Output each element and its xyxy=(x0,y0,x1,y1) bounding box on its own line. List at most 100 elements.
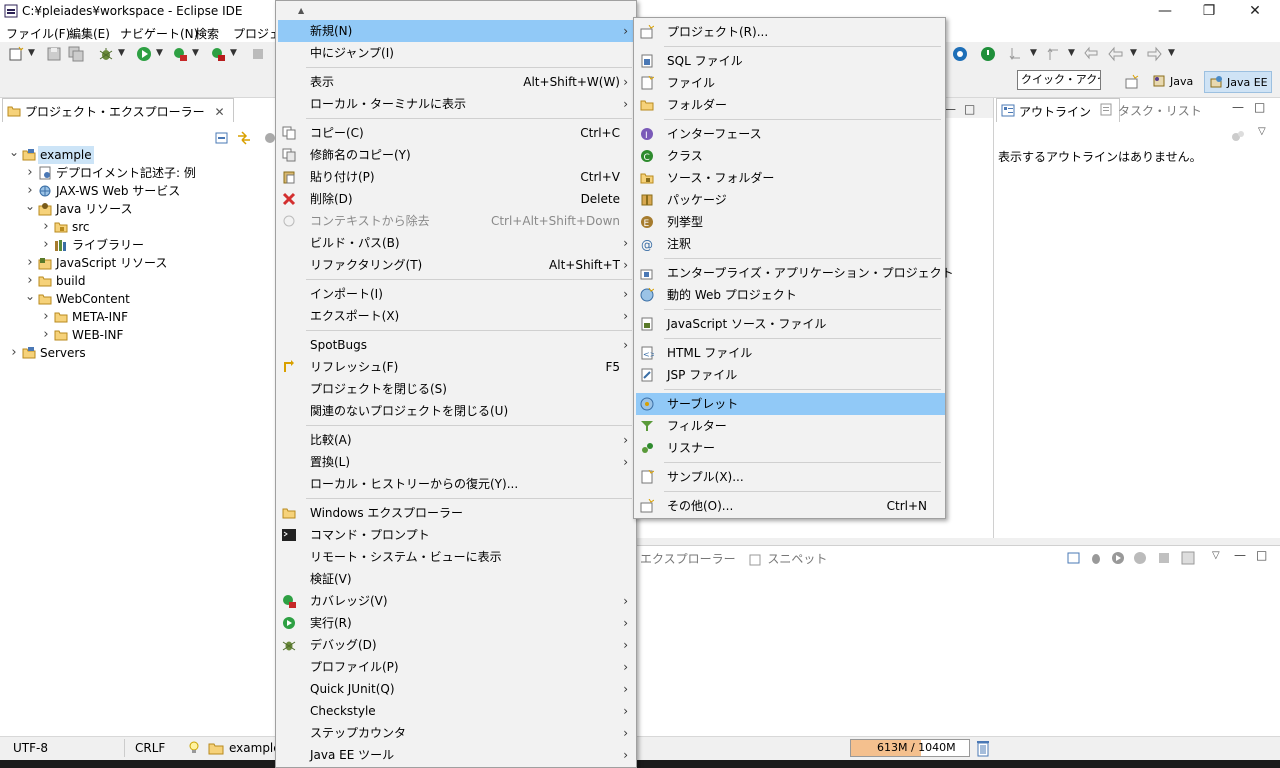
garbage-collect-icon[interactable] xyxy=(976,739,990,757)
restore-button[interactable]: ❐ xyxy=(1186,0,1232,22)
menu-item-item-28[interactable]: コマンド・プロンプト xyxy=(278,524,636,546)
menu-item-item-34[interactable]: プロファイル(P) › xyxy=(278,656,636,678)
close-view-icon[interactable]: ✕ xyxy=(214,105,224,119)
menu-item-item-23[interactable]: リスナー xyxy=(636,437,945,459)
run-icon[interactable] xyxy=(136,46,152,62)
menu-item-html[interactable]: <> HTML ファイル xyxy=(636,342,945,364)
menu-item-item-4[interactable]: フォルダー xyxy=(636,94,945,116)
menu-item-item-12[interactable]: ビルド・パス(B) › xyxy=(278,232,636,254)
explorer-tab[interactable]: エクスプローラー xyxy=(640,552,736,566)
menu-item-item-13[interactable]: リファクタリング(T) Alt+Shift+T › xyxy=(278,254,636,276)
quick-access-field[interactable]: クイック・アクセス xyxy=(1017,70,1101,90)
expand-arrow-icon[interactable]: › xyxy=(24,254,36,272)
menu-item-item-7[interactable]: C クラス xyxy=(636,145,945,167)
external-tools-icon[interactable] xyxy=(210,46,226,62)
menu-item-item-6[interactable]: I インターフェース xyxy=(636,123,945,145)
tree-item[interactable]: ⌄ Java リソース xyxy=(0,197,276,218)
menu-item-item-21[interactable]: 関連のないプロジェクトを閉じる(U) xyxy=(278,400,636,422)
collapse-all-icon[interactable] xyxy=(214,130,230,146)
maximize-bottom-icon[interactable]: □ xyxy=(1256,548,1267,562)
menu-item-item-9[interactable]: パッケージ xyxy=(636,189,945,211)
menu-item-java-ee[interactable]: Java EE ツール › xyxy=(278,744,636,766)
debug-dropdown-icon[interactable]: ▼ xyxy=(118,48,125,58)
menu-item-item-16[interactable]: エクスポート(X) › xyxy=(278,305,636,327)
tree-item[interactable]: ⌄ example xyxy=(0,143,276,164)
menu-item-javascript[interactable]: JavaScript ソース・ファイル xyxy=(636,313,945,335)
menu-item-item-2[interactable]: 中にジャンプ(I) xyxy=(278,42,636,64)
tree-item[interactable]: ⌄ WebContent xyxy=(0,287,276,308)
maximize-outline-icon[interactable]: □ xyxy=(1254,100,1265,114)
forward-dropdown-icon[interactable]: ▼ xyxy=(1168,48,1175,58)
open-perspective-icon[interactable] xyxy=(1124,74,1140,90)
menu-item-item-22[interactable]: フィルター xyxy=(636,415,945,437)
profile-server-icon[interactable] xyxy=(1132,550,1148,566)
expand-arrow-icon[interactable]: › xyxy=(40,326,52,344)
menu-item-item-1[interactable]: 新規(N) › xyxy=(278,20,636,42)
menu-item-item-11[interactable]: @ 注釈 xyxy=(636,233,945,255)
menu-item-item-37[interactable]: ステップカウンタ › xyxy=(278,722,636,744)
menu-item-item-25[interactable]: サンプル(X)... xyxy=(636,466,945,488)
menu-item-item-4[interactable]: 表示 Alt+Shift+W(W) › xyxy=(278,71,636,93)
menu-item-item-20[interactable]: プロジェクトを閉じる(S) xyxy=(278,378,636,400)
menu-edit[interactable]: 編集(E) xyxy=(69,25,110,42)
menu-item-item-3[interactable]: ファイル xyxy=(636,72,945,94)
menu-navigate[interactable]: ナビゲート(N) xyxy=(120,25,198,42)
menu-scroll-up-icon[interactable]: ▲ xyxy=(278,2,636,20)
menu-item-item-10[interactable]: E 列挙型 xyxy=(636,211,945,233)
menu-item-windows[interactable]: Windows エクスプローラー xyxy=(278,502,636,524)
perspective-java-ee[interactable]: Java EE xyxy=(1204,71,1272,93)
next-annotation-dropdown-icon[interactable]: ▼ xyxy=(1068,48,1075,58)
task-list-tab[interactable]: タスク・リスト xyxy=(1100,102,1202,119)
expand-arrow-icon[interactable]: › xyxy=(40,218,52,236)
menu-item-item-8[interactable]: ソース・フォルダー xyxy=(636,167,945,189)
collapse-arrow-icon[interactable]: ⌄ xyxy=(24,287,36,305)
tree-item[interactable]: › build xyxy=(0,272,276,290)
menu-item-item-31[interactable]: カバレッジ(V) › xyxy=(278,590,636,612)
coverage-icon[interactable] xyxy=(172,46,188,62)
minimize-bottom-icon[interactable]: — xyxy=(1234,548,1246,562)
menu-item-item-33[interactable]: デバッグ(D) › xyxy=(278,634,636,656)
menu-item-item-27[interactable]: その他(O)... Ctrl+N xyxy=(636,495,945,517)
project-explorer-tab[interactable]: プロジェクト・エクスプローラー ✕ xyxy=(2,98,234,122)
tree-item[interactable]: › META-INF xyxy=(0,308,276,326)
collapse-arrow-icon[interactable]: ⌄ xyxy=(24,197,36,215)
back-dropdown-icon[interactable]: ▼ xyxy=(1130,48,1137,58)
menu-item-item-7[interactable]: コピー(C) Ctrl+C xyxy=(278,122,636,144)
menu-item-item-29[interactable]: リモート・システム・ビューに表示 xyxy=(278,546,636,568)
server-icon[interactable] xyxy=(952,46,968,62)
expand-arrow-icon[interactable]: › xyxy=(40,236,52,254)
tree-item[interactable]: › デプロイメント記述子: 例 xyxy=(0,164,276,182)
forward-icon[interactable] xyxy=(1146,46,1162,62)
tree-item[interactable]: › JavaScript リソース xyxy=(0,254,276,272)
collapse-arrow-icon[interactable]: ⌄ xyxy=(8,143,20,161)
menu-item-item-10[interactable]: 削除(D) Delete xyxy=(278,188,636,210)
minimize-button[interactable]: — xyxy=(1142,0,1188,22)
menu-item-item-21[interactable]: サーブレット xyxy=(636,393,945,415)
outline-filter-icon[interactable] xyxy=(1230,128,1246,144)
outline-view-menu-icon[interactable]: ▽ xyxy=(1258,126,1266,137)
save-all-icon[interactable] xyxy=(68,46,84,62)
menu-item-checkstyle[interactable]: Checkstyle › xyxy=(278,700,636,722)
servers-collapse-icon[interactable] xyxy=(1066,550,1082,566)
start-server-icon[interactable] xyxy=(980,46,996,62)
menu-item-item-30[interactable]: 検証(V) xyxy=(278,568,636,590)
menu-file[interactable]: ファイル(F) xyxy=(6,25,70,42)
stop-server-icon[interactable] xyxy=(1156,550,1172,566)
last-edit-icon[interactable] xyxy=(1084,46,1100,62)
minimize-outline-icon[interactable]: — xyxy=(1232,100,1244,114)
menu-item-quick-junit[interactable]: Quick JUnit(Q) › xyxy=(278,678,636,700)
tree-item[interactable]: › ライブラリー xyxy=(0,236,276,254)
menu-item-spotbugs[interactable]: SpotBugs › xyxy=(278,334,636,356)
menu-item-item-11[interactable]: コンテキストから除去 Ctrl+Alt+Shift+Down xyxy=(278,210,636,232)
prev-annotation-dropdown-icon[interactable]: ▼ xyxy=(1030,48,1037,58)
perspective-java[interactable]: Java xyxy=(1148,71,1199,93)
link-with-editor-icon[interactable] xyxy=(236,130,252,146)
debug-server-icon[interactable] xyxy=(1088,550,1104,566)
menu-item-item-32[interactable]: 実行(R) › xyxy=(278,612,636,634)
run-dropdown-icon[interactable]: ▼ xyxy=(156,48,163,58)
tree-item[interactable]: › src xyxy=(0,218,276,236)
coverage-dropdown-icon[interactable]: ▼ xyxy=(192,48,199,58)
debug-icon[interactable] xyxy=(98,46,114,62)
bottom-view-menu-icon[interactable]: ▽ xyxy=(1212,550,1220,561)
stop-icon[interactable] xyxy=(250,46,266,62)
